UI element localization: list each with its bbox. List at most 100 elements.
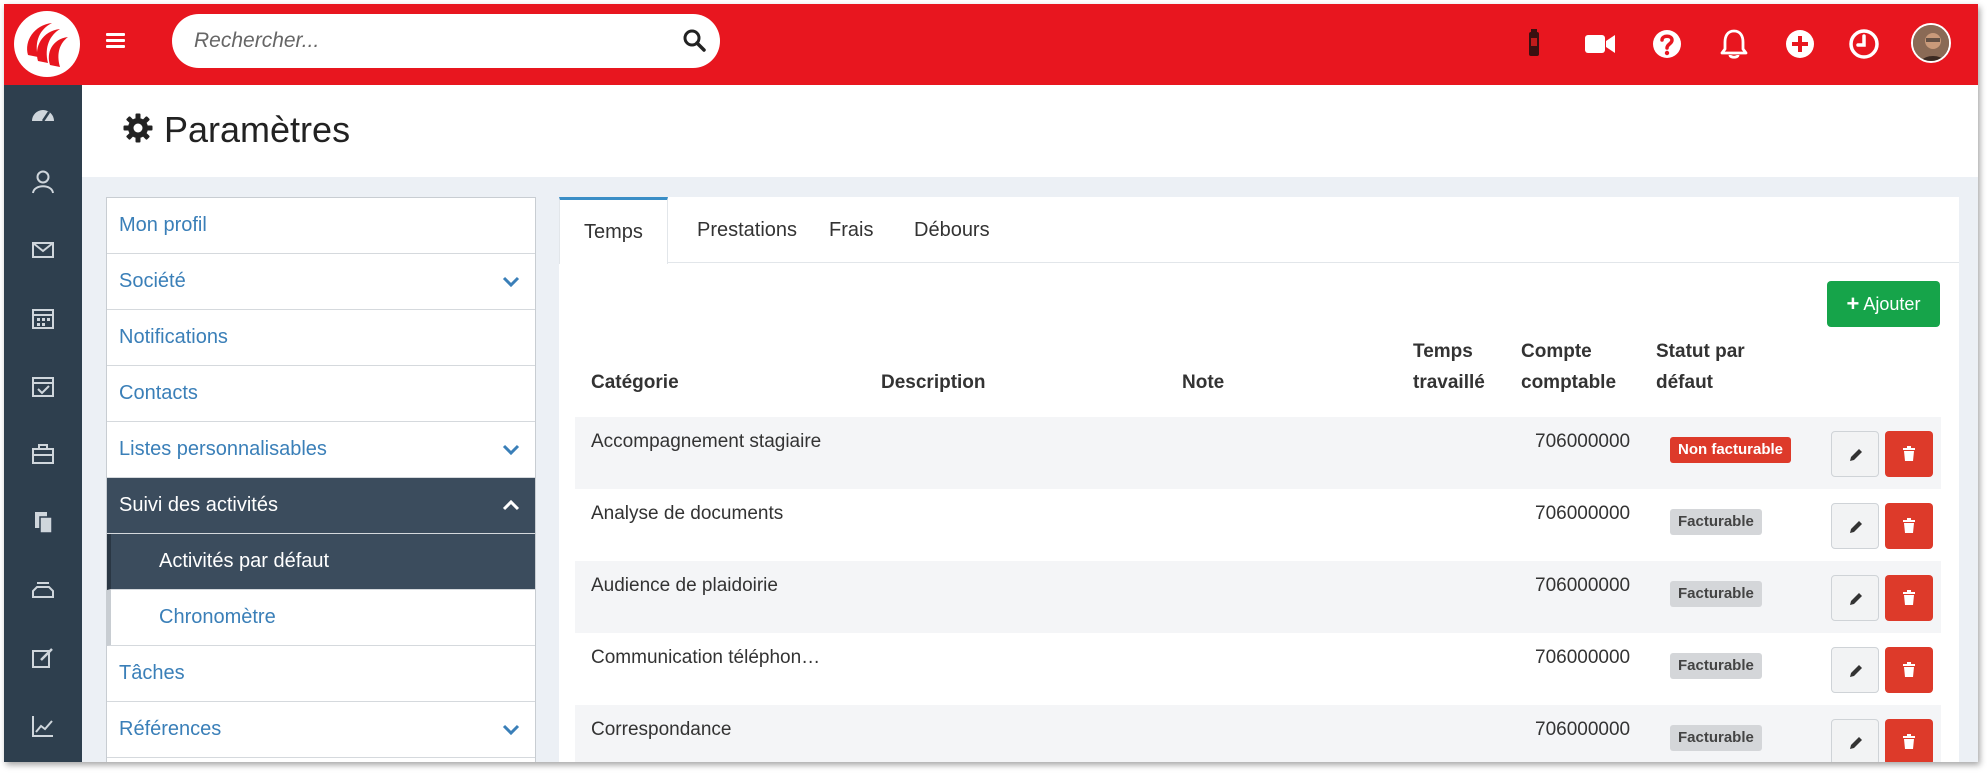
user-avatar[interactable] [1911,23,1951,63]
col-header-compte-comptable[interactable]: Compte comptable [1521,336,1616,398]
tab-frais[interactable]: Frais [805,197,897,263]
col-header-description[interactable]: Description [881,367,986,398]
app-window: Paramètres Mon profil Société Notificati… [4,4,1978,762]
menu-item-societe[interactable]: Société [107,254,535,310]
header-line: travaillé [1413,372,1485,393]
menu-item-label: Listes personnalisables [119,438,327,460]
clock-icon[interactable] [1846,26,1882,62]
add-button[interactable]: + Ajouter [1827,281,1940,327]
col-header-temps-travaille[interactable]: Temps travaillé [1413,336,1485,398]
chevron-down-icon[interactable] [501,440,521,460]
menu-item-contacts[interactable]: Contacts [107,366,535,422]
status-badge: Facturable [1670,725,1762,751]
status-badge: Non facturable [1670,437,1792,463]
settings-menu: Mon profil Société Notifications Contact… [106,197,536,762]
cell-compte: 706000000 [1535,503,1631,524]
tab-temps[interactable]: Temps [559,197,668,264]
video-call-icon[interactable] [1582,26,1618,62]
delete-button[interactable] [1885,719,1933,762]
menu-item-label: Mon profil [119,214,207,236]
table-row: Analyse de documents 706000000 Facturabl… [575,489,1941,561]
pencil-icon [1850,449,1862,461]
cell-compte: 706000000 [1535,719,1631,740]
menu-item-label: Tâches [119,662,185,684]
cell-compte: 706000000 [1535,431,1631,452]
tasks-calendar-check-icon[interactable] [28,371,58,401]
search-bar [172,14,720,68]
mail-icon[interactable] [28,235,58,265]
menu-item-suivi-des-activites[interactable]: Suivi des activités [107,478,535,534]
edit-button[interactable] [1831,575,1879,621]
submenu-item-chronometre[interactable]: Chronomètre [107,590,535,646]
menu-item-references[interactable]: Références [107,702,535,758]
cell-categorie: Audience de plaidoirie [591,575,778,596]
dashboard-gauge-icon[interactable] [28,99,58,129]
menu-item-notifications[interactable]: Notifications [107,310,535,366]
timer-device-icon[interactable] [1516,26,1552,62]
menu-item-label: Contacts [119,382,198,404]
delete-button[interactable] [1885,431,1933,477]
tab-debours[interactable]: Débours [890,197,1014,263]
search-input[interactable] [194,26,664,56]
header-line: Temps [1413,341,1473,362]
edit-button[interactable] [1831,431,1879,477]
help-icon[interactable] [1649,26,1685,62]
header-line: comptable [1521,372,1617,393]
main-sidebar [4,85,82,762]
menu-item-label: Activités par défaut [159,550,330,572]
menu-toggle-icon[interactable] [102,30,132,58]
edit-button[interactable] [1831,503,1879,549]
cell-categorie: Accompagnement stagiaire [591,431,822,452]
chevron-down-icon[interactable] [501,720,521,740]
tab-prestations[interactable]: Prestations [673,197,821,263]
page-title: Paramètres [122,105,350,155]
chevron-down-icon[interactable] [501,272,521,292]
plus-icon: + [1846,291,1860,316]
invoice-icon[interactable] [28,575,58,605]
header-line: Statut par [1656,341,1745,362]
table-row: Audience de plaidoirie 706000000 Factura… [575,561,1941,633]
documents-icon[interactable] [28,507,58,537]
briefcase-icon[interactable] [28,439,58,469]
tab-bar: Temps Prestations Frais Débours [559,197,1959,264]
col-header-categorie[interactable]: Catégorie [591,367,679,398]
header-line: Compte [1521,341,1592,362]
pencil-icon [1850,593,1862,605]
trash-icon [1903,734,1915,749]
col-header-note[interactable]: Note [1182,367,1224,398]
submenu-item-activites-par-defaut[interactable]: Activités par défaut [107,534,535,590]
menu-item-listes-personnalisables[interactable]: Listes personnalisables [107,422,535,478]
menu-item-label: Chronomètre [159,606,276,628]
trash-icon [1903,662,1915,677]
clients-icon[interactable] [28,167,58,197]
chevron-up-icon[interactable] [501,496,521,516]
menu-item-taches[interactable]: Tâches [107,646,535,702]
pencil-icon [1850,665,1862,677]
tab-label: Débours [914,218,990,241]
pencil-icon [1850,737,1862,749]
table-row: Communication téléphon… 706000000 Factur… [575,633,1941,705]
tab-label: Prestations [697,218,798,241]
col-header-statut-par-defaut[interactable]: Statut par défaut [1656,336,1745,398]
edit-button[interactable] [1831,647,1879,693]
pencil-icon [1850,521,1862,533]
app-logo[interactable] [14,11,80,77]
notifications-bell-icon[interactable] [1716,26,1752,62]
delete-button[interactable] [1885,503,1933,549]
tab-label: Frais [829,218,874,241]
top-bar [4,4,1978,85]
reports-chart-icon[interactable] [28,711,58,741]
status-badge: Facturable [1670,509,1762,535]
edit-button[interactable] [1831,719,1879,762]
delete-button[interactable] [1885,647,1933,693]
add-button-label: Ajouter [1863,293,1921,314]
calendar-icon[interactable] [28,303,58,333]
search-icon[interactable] [680,26,710,56]
edit-note-icon[interactable] [28,643,58,673]
menu-item-label: Suivi des activités [119,494,278,516]
trash-icon [1903,518,1915,533]
delete-button[interactable] [1885,575,1933,621]
status-badge: Facturable [1670,653,1762,679]
add-circle-icon[interactable] [1782,26,1818,62]
menu-item-mon-profil[interactable]: Mon profil [107,198,535,254]
